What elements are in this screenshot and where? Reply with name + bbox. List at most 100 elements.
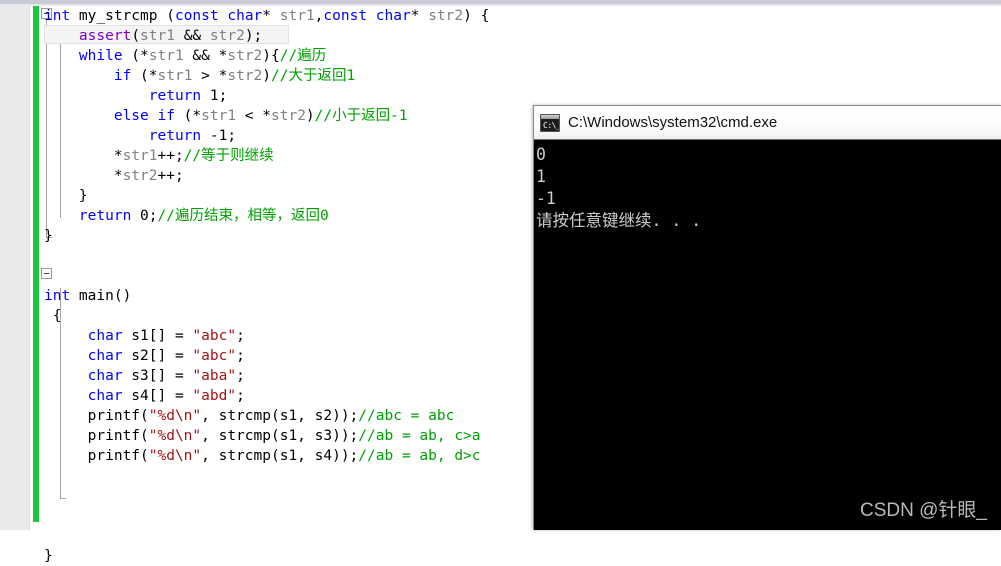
cmd-console-window[interactable]: C:\_ C:\Windows\system32\cmd.exe 0 1 -1 请按任…: [533, 105, 1001, 530]
code-token: main: [78, 288, 114, 304]
code-token: //ab = ab, d>c: [358, 448, 481, 464]
code-line[interactable]: char s1[] = "abc";: [44, 326, 489, 346]
code-token: assert: [78, 28, 132, 44]
code-line[interactable]: *str1++;//等于则继续: [44, 146, 489, 166]
code-token: }: [44, 188, 88, 204]
code-line[interactable]: printf("%d\n", strcmp(s1, s4));//ab = ab…: [44, 446, 489, 466]
cmd-title-bar[interactable]: C:\_ C:\Windows\system32\cmd.exe: [534, 106, 1001, 140]
code-token: , strcmp(s1, s3));: [201, 428, 359, 444]
code-line[interactable]: int main(): [44, 286, 489, 306]
code-line[interactable]: }: [44, 186, 489, 206]
code-line[interactable]: int my_strcmp (const char* str1,const ch…: [44, 6, 489, 26]
code-line[interactable]: assert(str1 && str2);: [44, 26, 489, 46]
code-line[interactable]: while (*str1 && *str2){//遍历: [44, 46, 489, 66]
watermark-label: CSDN @针眼_: [860, 500, 987, 521]
code-line[interactable]: {: [44, 306, 489, 326]
console-output-line: 请按任意键继续. . .: [536, 211, 702, 230]
code-token: const: [174, 8, 228, 24]
code-token: str1: [122, 148, 158, 164]
code-token: str2: [227, 48, 263, 64]
code-line[interactable]: [44, 486, 489, 506]
code-token: while: [78, 48, 123, 64]
code-token: , strcmp(s1, s2));: [201, 408, 359, 424]
code-line[interactable]: [44, 246, 489, 266]
code-token: printf(: [44, 408, 149, 424]
code-line[interactable]: char s2[] = "abc";: [44, 346, 489, 366]
code-token: > *: [192, 68, 228, 84]
code-token: //大于返回1: [271, 68, 356, 84]
code-token: *: [410, 8, 429, 24]
code-line[interactable]: return 0;//遍历结束，相等，返回0: [44, 206, 489, 226]
code-token: &&: [174, 28, 210, 44]
code-token: ) {: [463, 8, 490, 24]
code-line[interactable]: if (*str1 > *str2)//大于返回1: [44, 66, 489, 86]
code-token: && *: [183, 48, 228, 64]
cmd-icon-prompt-glyph: C:\_: [543, 120, 560, 130]
code-token: //遍历结束，相等，返回0: [157, 208, 329, 224]
code-token: "%d\n": [148, 448, 202, 464]
code-token: str1: [148, 48, 184, 64]
code-text[interactable]: int my_strcmp (const char* str1,const ch…: [44, 6, 489, 566]
code-token: char: [375, 8, 411, 24]
code-token: }: [44, 548, 53, 564]
editor-gutter[interactable]: [0, 6, 30, 530]
code-token: *: [44, 148, 123, 164]
code-line[interactable]: }: [44, 226, 489, 246]
code-token: {: [44, 308, 62, 324]
code-line[interactable]: [44, 266, 489, 286]
code-token: (*: [122, 48, 149, 64]
code-token: ;: [236, 348, 245, 364]
code-token: 1;: [201, 88, 228, 104]
code-token: //等于则继续: [183, 148, 274, 164]
code-token: //ab = ab, c>a: [358, 428, 481, 444]
code-token: ): [262, 68, 272, 84]
code-line[interactable]: char s3[] = "aba";: [44, 366, 489, 386]
code-line[interactable]: *str2++;: [44, 166, 489, 186]
code-line[interactable]: return 1;: [44, 86, 489, 106]
code-token: (*: [174, 108, 202, 124]
code-token: , strcmp(s1, s4));: [201, 448, 359, 464]
code-token: printf(: [44, 428, 149, 444]
cmd-title-text: C:\Windows\system32\cmd.exe: [568, 114, 778, 131]
code-token: < *: [236, 108, 271, 124]
cmd-terminal-icon: C:\_: [540, 113, 560, 132]
code-token: 0;: [131, 208, 158, 224]
code-token: ;: [236, 368, 245, 384]
code-token: str2: [209, 28, 245, 44]
editor-change-bar: [33, 6, 39, 522]
code-token: const: [323, 8, 376, 24]
code-token: (: [166, 8, 175, 24]
code-token: int: [44, 288, 79, 304]
code-line[interactable]: else if (*str1 < *str2)//小于返回-1: [44, 106, 489, 126]
code-line[interactable]: }: [44, 546, 489, 566]
code-token: str1: [279, 8, 315, 24]
code-line[interactable]: [44, 466, 489, 486]
code-line[interactable]: char s4[] = "abd";: [44, 386, 489, 406]
code-token: str2: [428, 8, 464, 24]
code-token: s2[] =: [122, 348, 193, 364]
code-token: char: [87, 348, 123, 364]
code-token: }: [44, 228, 53, 244]
code-line[interactable]: printf("%d\n", strcmp(s1, s2));//abc = a…: [44, 406, 489, 426]
code-line[interactable]: [44, 526, 489, 546]
code-token: str1: [157, 68, 193, 84]
code-line[interactable]: printf("%d\n", strcmp(s1, s3));//ab = ab…: [44, 426, 489, 446]
code-token: (: [131, 28, 141, 44]
code-token: else if: [113, 108, 175, 124]
cmd-console-output[interactable]: 0 1 -1 请按任意键继续. . .: [534, 140, 1001, 530]
code-line[interactable]: [44, 506, 489, 526]
code-line[interactable]: return -1;: [44, 126, 489, 146]
code-token: char: [87, 368, 123, 384]
code-token: "abc": [192, 328, 237, 344]
code-token: ;: [236, 388, 245, 404]
console-output-line: 0: [536, 145, 546, 164]
console-output-line: -1: [536, 189, 556, 208]
code-token: ){: [262, 48, 280, 64]
